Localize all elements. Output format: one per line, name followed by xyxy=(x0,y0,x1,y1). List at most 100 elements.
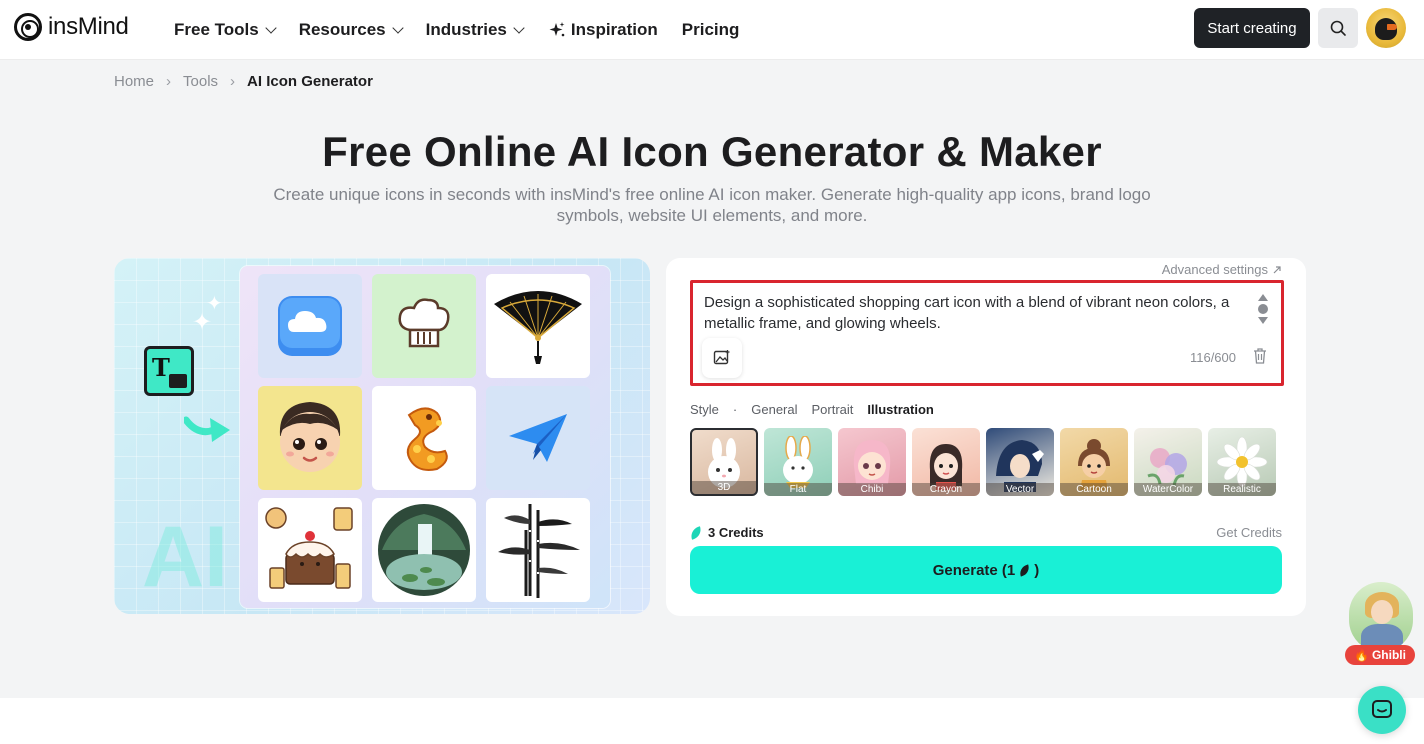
trash-icon[interactable] xyxy=(1252,347,1268,365)
tab-general[interactable]: General xyxy=(751,402,797,417)
main-nav: Free Tools Resources Industries Inspirat… xyxy=(174,0,763,60)
chevron-right-icon: › xyxy=(230,73,236,90)
style-crayon[interactable]: Crayon xyxy=(912,428,980,496)
ghibli-character-avatar xyxy=(1349,582,1413,652)
ghibli-label: Ghibli xyxy=(1371,648,1406,662)
chevron-down-icon xyxy=(265,21,277,34)
breadcrumb: Home › Tools › AI Icon Generator xyxy=(114,73,373,90)
breadcrumb-current: AI Icon Generator xyxy=(247,73,373,90)
chevron-right-icon: › xyxy=(166,73,172,90)
start-creating-button[interactable]: Start creating xyxy=(1194,8,1310,48)
insmind-logo-icon xyxy=(14,13,42,41)
textarea-scrollbar[interactable] xyxy=(1258,294,1268,324)
style-realistic[interactable]: Realistic xyxy=(1208,428,1276,496)
showcase-banner: AI ✦ ✦ T xyxy=(114,258,650,614)
paper-plane-icon xyxy=(486,386,590,490)
arrow-right-icon xyxy=(184,416,230,442)
cake-icon xyxy=(258,498,362,602)
page-title: Free Online AI Icon Generator & Maker xyxy=(322,128,1102,175)
generate-label-end: ) xyxy=(1034,561,1040,579)
user-avatar[interactable] xyxy=(1366,8,1406,48)
nav-resources[interactable]: Resources xyxy=(298,20,404,40)
cartoon-boy-icon xyxy=(258,386,362,490)
scroll-up-icon[interactable] xyxy=(1258,294,1268,301)
tab-illustration[interactable]: Illustration xyxy=(867,402,933,417)
sparkle-icon: ✦ xyxy=(192,309,213,336)
scroll-thumb[interactable] xyxy=(1258,304,1268,314)
advanced-settings-link[interactable]: Advanced settings xyxy=(1162,262,1282,277)
logo-text: insMind xyxy=(48,13,129,40)
credits-label: 3 Credits xyxy=(708,525,764,540)
cloud-icon xyxy=(258,274,362,378)
style-flat-label: Flat xyxy=(764,483,832,496)
style-label: Style xyxy=(690,402,719,417)
advanced-settings-label: Advanced settings xyxy=(1161,262,1268,277)
style-realistic-label: Realistic xyxy=(1208,483,1276,496)
style-crayon-label: Crayon xyxy=(912,483,980,496)
top-navbar: insMind Free Tools Resources Industries … xyxy=(0,0,1424,60)
main-content: Home › Tools › AI Icon Generator Free On… xyxy=(0,60,1424,698)
nav-free-tools[interactable]: Free Tools xyxy=(174,20,277,40)
ghibli-badge[interactable]: 🔥 Ghibli xyxy=(1345,645,1415,665)
page-subtitle: Create unique icons in seconds with insM… xyxy=(273,185,1151,225)
style-chibi[interactable]: Chibi xyxy=(838,428,906,496)
style-chibi-label: Chibi xyxy=(838,483,906,496)
upload-image-button[interactable] xyxy=(702,338,742,378)
insmind-logo[interactable]: insMind xyxy=(14,13,129,41)
tab-portrait[interactable]: Portrait xyxy=(812,402,854,417)
credit-leaf-icon xyxy=(1018,563,1032,577)
nav-inspiration[interactable]: Inspiration xyxy=(547,20,658,40)
nav-industries[interactable]: Industries xyxy=(425,20,525,40)
style-3d-label: 3D xyxy=(692,481,756,494)
text-to-image-icon: T xyxy=(144,346,194,396)
waterfall-icon xyxy=(372,498,476,602)
style-cartoon[interactable]: Cartoon xyxy=(1060,428,1128,496)
nav-pricing[interactable]: Pricing xyxy=(682,20,740,40)
ai-watermark-text: AI xyxy=(142,509,228,605)
nav-industries-label: Industries xyxy=(425,20,507,39)
character-face xyxy=(1371,600,1393,624)
folding-fan-icon xyxy=(486,274,590,378)
chef-hat-icon xyxy=(372,274,476,378)
style-watercolor-label: WaterColor xyxy=(1134,483,1202,496)
prompt-textarea[interactable]: Design a sophisticated shopping cart ico… xyxy=(704,292,1244,334)
scroll-down-icon[interactable] xyxy=(1258,317,1268,324)
image-upload-icon xyxy=(713,350,730,365)
generate-button[interactable]: Generate (1 ) xyxy=(690,546,1282,594)
style-vector-label: Vector xyxy=(986,483,1054,496)
fire-icon: 🔥 xyxy=(1354,648,1369,662)
nav-resources-label: Resources xyxy=(298,20,386,39)
breadcrumb-home[interactable]: Home xyxy=(114,73,154,90)
bamboo-icon xyxy=(486,498,590,602)
style-flat[interactable]: Flat xyxy=(764,428,832,496)
style-watercolor[interactable]: WaterColor xyxy=(1134,428,1202,496)
generate-label: Generate (1 xyxy=(932,561,1016,579)
external-link-icon xyxy=(1273,265,1281,273)
style-vector[interactable]: Vector xyxy=(986,428,1054,496)
prompt-input-box[interactable]: Design a sophisticated shopping cart ico… xyxy=(690,280,1284,386)
chat-icon xyxy=(1372,700,1392,718)
nav-inspiration-label: Inspiration xyxy=(570,20,658,39)
character-counter: 116/600 xyxy=(1189,350,1236,365)
chevron-down-icon xyxy=(391,21,404,34)
ghibli-promo-widget[interactable]: 🔥 Ghibli xyxy=(1345,578,1417,668)
sparkle-icon xyxy=(549,22,565,37)
style-tabs: Style · General Portrait Illustration xyxy=(690,402,934,417)
nav-free-tools-label: Free Tools xyxy=(174,20,259,39)
credit-leaf-icon xyxy=(688,525,704,540)
separator-dot: · xyxy=(732,402,738,417)
style-3d[interactable]: 3D xyxy=(690,428,758,496)
get-credits-link[interactable]: Get Credits xyxy=(1216,525,1282,540)
generator-panel: Advanced settings Design a sophisticated… xyxy=(666,258,1306,616)
search-icon xyxy=(1330,20,1346,36)
style-thumbnails: 3D Flat Chibi Crayon Vector Cartoon Wate… xyxy=(690,428,1282,498)
style-cartoon-label: Cartoon xyxy=(1060,483,1128,496)
puffin-avatar-icon xyxy=(1375,18,1397,40)
chat-support-button[interactable] xyxy=(1358,686,1406,734)
breadcrumb-tools[interactable]: Tools xyxy=(183,73,218,90)
credits-display: 3 Credits xyxy=(688,525,764,540)
golden-dragon-icon xyxy=(372,386,476,490)
chevron-down-icon xyxy=(513,21,525,34)
nav-pricing-label: Pricing xyxy=(681,20,740,39)
search-button[interactable] xyxy=(1318,8,1358,48)
